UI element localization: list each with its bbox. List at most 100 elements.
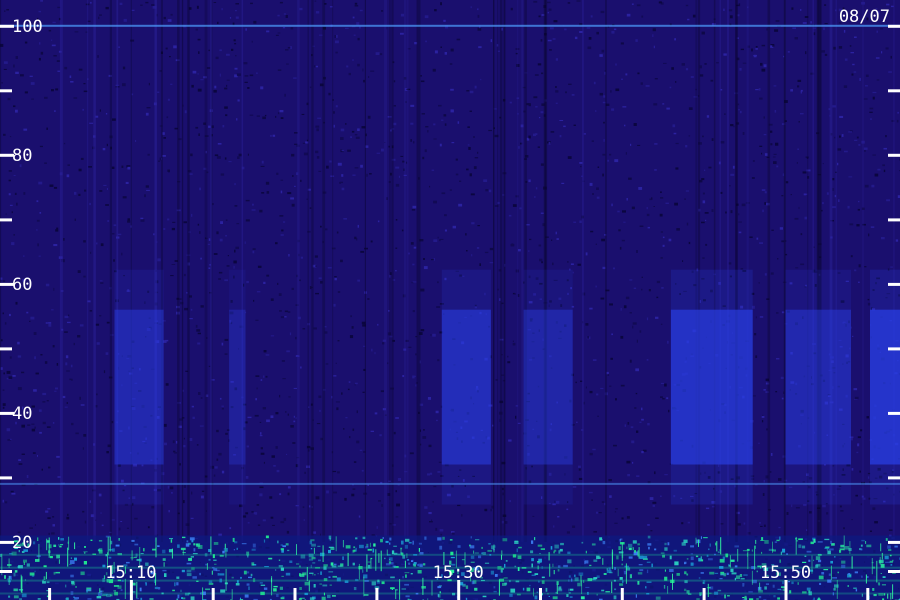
noise-speck — [443, 19, 446, 22]
noise-speck — [452, 532, 455, 535]
noise-speck — [88, 166, 92, 168]
low-band-speck — [861, 593, 863, 597]
low-band-speck — [182, 597, 186, 600]
noise-speck — [636, 339, 638, 343]
low-band-spike — [754, 548, 756, 570]
noise-speck — [588, 37, 592, 40]
noise-speck — [555, 231, 557, 235]
low-band-speck — [69, 560, 75, 564]
noise-speck — [624, 124, 626, 127]
low-band-speck — [405, 538, 410, 542]
low-band-spike — [830, 565, 832, 580]
noise-speck — [313, 327, 317, 330]
noise-speck — [802, 171, 807, 174]
noise-speck — [568, 83, 572, 85]
low-band-speck — [43, 565, 47, 568]
low-band-speck — [247, 554, 249, 558]
noise-speck — [337, 471, 340, 474]
noise-speck — [135, 140, 137, 142]
low-band-speck — [382, 537, 384, 539]
noise-speck — [858, 144, 861, 146]
noise-speck — [393, 105, 396, 107]
low-band-speck — [162, 549, 166, 554]
noise-speck — [552, 38, 556, 40]
noise-speck — [439, 239, 441, 242]
noise-speck — [10, 438, 12, 440]
low-band-spike — [370, 558, 372, 569]
low-band-speck — [250, 573, 253, 577]
noise-speck — [316, 423, 321, 425]
low-band-speck — [439, 545, 443, 550]
low-band-speck — [674, 561, 679, 566]
noise-speck — [844, 58, 848, 61]
noise-speck — [467, 126, 470, 128]
noise-speck — [601, 238, 605, 242]
low-band-speck — [662, 554, 665, 558]
noise-speck — [7, 97, 11, 101]
low-band-speck — [621, 563, 624, 566]
noise-speck — [224, 279, 228, 282]
noise-speck — [653, 103, 658, 106]
noise-speck — [302, 506, 305, 509]
noise-speck — [630, 143, 632, 146]
vertical-streak — [521, 0, 524, 542]
low-band-speck — [413, 562, 417, 565]
noise-speck — [120, 521, 123, 522]
noise-speck — [277, 112, 280, 115]
low-band-speck — [818, 559, 822, 563]
noise-speck — [413, 246, 417, 249]
noise-speck — [208, 49, 210, 52]
noise-speck — [220, 173, 225, 176]
vertical-streak — [503, 0, 506, 542]
noise-speck — [611, 333, 613, 336]
noise-speck — [740, 48, 744, 51]
noise-speck — [348, 72, 351, 76]
noise-speck — [685, 68, 689, 71]
noise-speck — [291, 153, 295, 157]
noise-speck — [841, 134, 844, 137]
vertical-streak — [332, 0, 334, 542]
noise-speck — [78, 193, 81, 196]
noise-speck — [14, 192, 17, 195]
noise-speck — [247, 522, 250, 524]
noise-speck — [596, 31, 599, 35]
noise-speck — [357, 37, 360, 41]
low-band-speck — [231, 576, 234, 579]
noise-speck — [393, 122, 397, 126]
noise-speck — [131, 9, 135, 11]
noise-speck — [171, 492, 173, 494]
low-band-speck — [536, 591, 539, 593]
noise-speck — [671, 67, 674, 70]
noise-speck — [822, 163, 824, 165]
bright-band-halo — [870, 269, 900, 505]
noise-speck — [395, 270, 397, 272]
low-band-speck — [664, 542, 667, 546]
low-band-speck — [557, 569, 560, 572]
low-band-speck — [700, 536, 702, 540]
noise-speck — [411, 209, 416, 211]
noise-speck — [555, 86, 557, 88]
noise-speck — [578, 477, 583, 480]
low-band-speck — [190, 596, 195, 600]
noise-speck — [234, 205, 238, 207]
noise-speck — [529, 238, 532, 241]
noise-speck — [40, 51, 44, 55]
noise-speck — [67, 513, 69, 516]
noise-speck — [800, 113, 804, 115]
noise-speck — [609, 385, 612, 387]
bright-band-halo — [670, 269, 753, 505]
noise-speck — [858, 200, 860, 203]
noise-speck — [24, 91, 28, 94]
low-band-speck — [96, 596, 102, 599]
noise-speck — [772, 45, 775, 47]
noise-speck — [435, 410, 439, 414]
low-band-speck — [587, 578, 593, 582]
noise-speck — [795, 267, 799, 269]
noise-speck — [105, 352, 109, 355]
y-minor-tick-right — [888, 476, 900, 480]
noise-speck — [217, 143, 222, 145]
noise-speck — [387, 362, 389, 365]
low-band-speck — [182, 536, 186, 539]
low-band-speck — [319, 583, 322, 585]
noise-speck — [293, 415, 295, 418]
